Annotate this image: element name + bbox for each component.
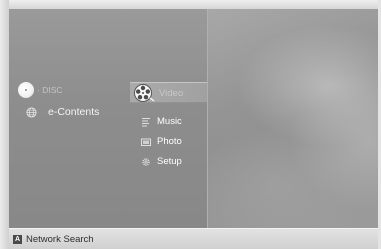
gear-icon	[142, 157, 150, 166]
menu-item-music[interactable]: Music	[141, 116, 182, 127]
device-disc-label: · DISC	[37, 85, 63, 95]
menu-item-video-label: Video	[159, 87, 184, 99]
bottom-help-bar: A Network Search	[9, 228, 378, 249]
menu-item-photo-label: Photo	[157, 136, 182, 147]
main-panel: · DISC e-Contents Video Music Photo Setu…	[9, 9, 378, 228]
menu-area: · DISC e-Contents Video Music Photo Setu…	[9, 9, 207, 228]
menu-item-setup-label: Setup	[157, 156, 182, 167]
a-button-icon: A	[13, 235, 22, 244]
device-econtents-label: e-Contents	[48, 106, 100, 118]
frame-left-border	[0, 0, 9, 249]
film-reel-icon	[134, 84, 155, 102]
globe-icon	[26, 106, 37, 118]
disc-icon	[18, 82, 34, 98]
music-note-icon	[142, 117, 150, 126]
frame-top-border	[0, 0, 381, 9]
device-econtents[interactable]: e-Contents	[26, 106, 99, 118]
network-search-label[interactable]: Network Search	[26, 234, 94, 245]
menu-item-setup[interactable]: Setup	[141, 156, 182, 167]
photo-icon	[141, 138, 151, 146]
menu-item-music-label: Music	[157, 116, 182, 127]
menu-item-photo[interactable]: Photo	[141, 136, 182, 147]
menu-item-video[interactable]: Video	[133, 83, 183, 103]
bd-player-home-screen: · DISC e-Contents Video Music Photo Setu…	[0, 0, 381, 249]
device-disc[interactable]: · DISC	[18, 82, 63, 98]
preview-area	[207, 9, 378, 228]
